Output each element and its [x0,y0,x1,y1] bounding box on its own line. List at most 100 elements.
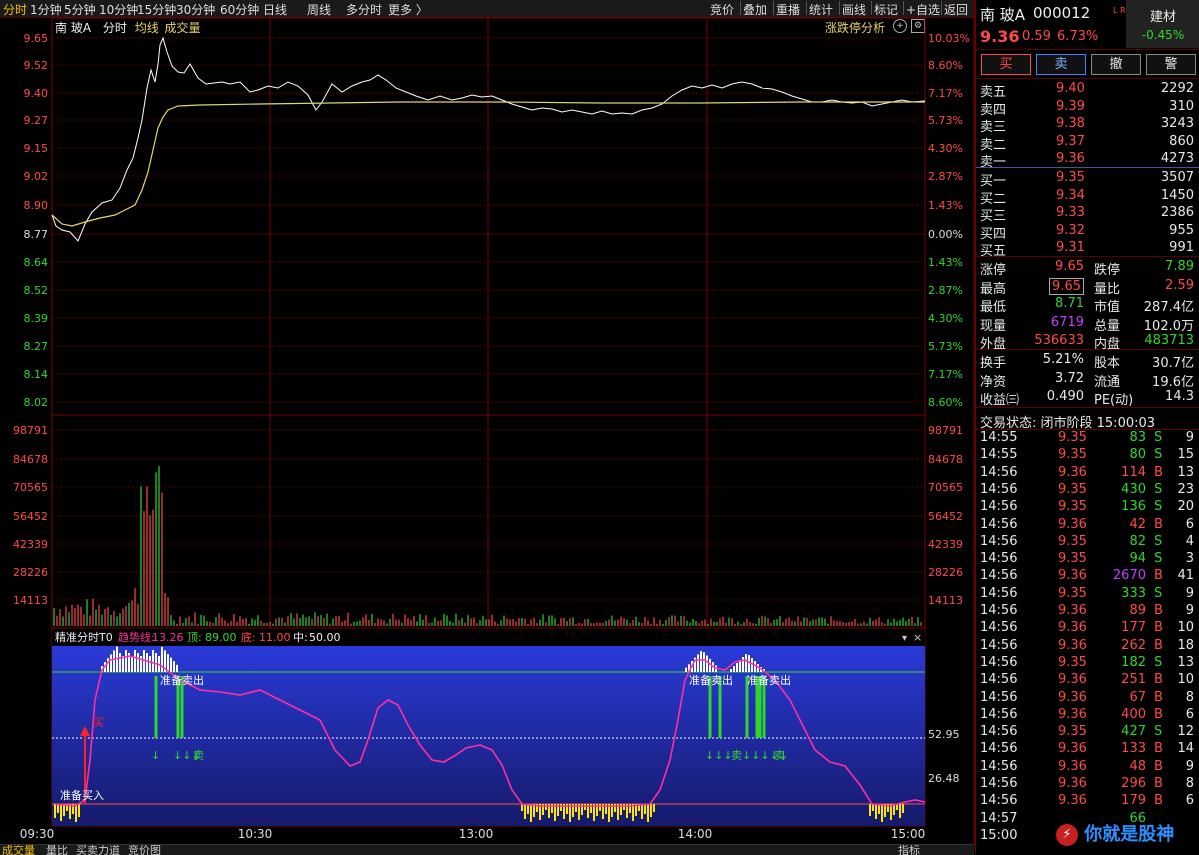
bottom-tab-4[interactable]: 指标 [898,845,920,855]
time-axis-label: 09:30 [20,827,55,841]
indicator-header-text: 89.00 [205,631,237,644]
bottom-tab-1[interactable]: 量比 [46,845,68,855]
tick-row: 14:56 9.36 177 B 10 [980,620,1194,636]
tick-row: 14:56 9.35 94 S 3 [980,551,1194,567]
level-volume: 3507 [1160,170,1194,185]
order-book-row[interactable]: 买三 9.33 2386 [976,205,1199,225]
level-label: 卖四 [980,102,1007,118]
price-axis-label: 9.52 [24,59,49,72]
indicator-close-icon: × [913,631,922,644]
level-volume: 991 [1169,240,1194,256]
quote-panel: 南 玻A 000012 L R500 建材 -0.45% 9.36 0.59 6… [975,0,1199,854]
indicator-header-text: 精准分时T0 [55,631,113,644]
indicator-header-text: 11.00 [259,631,291,644]
stat-row: 外盘 536633 内盘 483713 [980,333,1194,352]
level-label: 买四 [980,226,1007,242]
tick-row: 14:56 9.36 400 B 6 [980,706,1194,722]
order-book-row[interactable]: 卖二 9.37 860 [976,134,1199,153]
stat-row: 净资 3.72 流通 19.6亿 [980,370,1194,390]
tick-row: 14:56 9.35 136 S 20 [980,499,1194,515]
price-axis-label: 9.02 [24,170,49,183]
level-label: 卖五 [980,85,1007,100]
indicator-header-text: 顶: [187,631,202,644]
level-volume: 2386 [1160,205,1194,221]
order-book-row[interactable]: 卖四 9.39 310 [976,99,1199,118]
sell-arrow-icon: ↓↓↓ [705,749,733,762]
indicator-header-text: 底: [241,630,256,644]
tick-row: 14:56 9.36 48 B 9 [980,758,1194,774]
tick-row: 14:56 9.35 82 S 4 [980,533,1194,549]
time-axis-label: 15:00 [891,827,926,841]
volume-axis-label: 28226 [13,566,48,579]
pct-axis-label: 2.87% [928,170,963,183]
bottom-tab-3[interactable]: 竞价图 [128,845,161,855]
cancel-order-button[interactable]: 撤 [1091,54,1141,75]
indicator-header-text: 趋势线: [118,630,155,644]
tick-row: 14:56 9.36 296 B 8 [980,776,1194,791]
quote-stock-code: 000012 [1033,4,1091,22]
level-label: 卖二 [980,137,1007,153]
pct-axis-label: 8.60% [928,396,963,409]
time-axis-label: 13:00 [459,827,494,841]
tick-row: 14:56 9.36 67 B 8 [980,689,1194,705]
quote-stock-name: 南 玻A [980,6,1026,24]
stat-row: 收益㈢ 0.490 PE(动) 14.3 [980,389,1194,408]
intraday-chart[interactable]: 9.65 10.03% 9.52 8.60% 9.40 7.17% 9.27 5.73% 9.1… [0,0,975,845]
level-label: 买三 [980,209,1007,225]
volume-axis-label: 14113 [13,594,48,607]
level-price: 9.38 [1056,116,1085,132]
tick-row: 14:56 9.36 133 B 14 [980,741,1194,757]
pct-axis-label: 7.17% [928,87,963,100]
pct-axis-label: 8.60% [928,59,963,72]
level-volume: 3243 [1160,116,1194,132]
bottom-tab-0[interactable]: 成交量 [2,845,35,855]
volume-axis-label-right: 84678 [928,453,963,466]
level-price: 9.32 [1056,222,1085,238]
tick-row: 14:56 9.35 430 S 23 [980,481,1194,497]
price-axis-label: 8.02 [24,396,49,409]
order-book-row[interactable]: 卖三 9.38 3243 [976,116,1199,135]
order-book-row[interactable]: 买五 9.31 991 [976,240,1199,259]
level-volume: 2292 [1160,81,1194,96]
order-book-row[interactable]: 卖一 9.36 4273 [976,151,1199,170]
industry-name: 建材 [1149,10,1176,25]
price-axis-label: 8.64 [24,256,49,269]
tick-row: 14:56 9.36 114 B 13 [980,464,1194,480]
volume-axis-label-right: 70565 [928,481,963,494]
level-volume: 4273 [1160,151,1194,167]
volume-axis-label: 98791 [13,424,48,437]
level-label: 买二 [980,191,1007,207]
pct-axis-label: 1.43% [928,256,963,269]
order-book-row[interactable]: 买四 9.32 955 [976,222,1199,242]
level-price: 9.36 [1056,151,1085,167]
pct-axis-label: 2.87% [928,284,963,297]
price-change-pct: 6.73% [1057,29,1099,44]
prepare-sell-label: 准备卖出 [689,673,733,687]
level-price: 9.34 [1056,187,1085,203]
price-axis-label: 9.27 [24,114,49,127]
prepare-sell-label: 准备卖出 [747,673,791,687]
pct-axis-label: 5.73% [928,340,963,353]
indicator-header-text: 中: [293,631,308,644]
sell-button[interactable]: 卖 [1036,54,1086,75]
level-volume: 1450 [1160,187,1194,203]
level-volume: 955 [1169,222,1194,238]
time-axis-label: 14:00 [678,827,713,841]
tick-row: 14:55 9.35 80 S 15 [980,447,1194,463]
price-axis-label: 9.40 [24,87,49,100]
tick-row: 14:56 9.36 251 B 10 [980,672,1194,688]
alert-button[interactable]: 警 [1146,54,1196,75]
price-axis-label: 8.14 [24,368,49,381]
sell-signal-label: 卖 [774,749,785,762]
order-book-row[interactable]: 买一 9.35 3507 [976,170,1199,189]
order-book-row[interactable]: 买二 9.34 1450 [976,187,1199,207]
order-book-row[interactable]: 卖五 9.40 2292 [976,81,1199,100]
tick-row: 14:56 9.35 427 S 12 [980,724,1194,740]
indicator-axis-label: 26.48 [928,772,960,785]
tick-row: 14:56 9.35 182 S 13 [980,654,1194,670]
volume-axis-label-right: 14113 [928,594,963,607]
volume-axis-label: 56452 [13,510,48,523]
buy-button[interactable]: 买 [981,54,1031,75]
price-axis-label: 8.52 [24,284,49,297]
bottom-tab-2[interactable]: 买卖力道 [76,845,120,855]
